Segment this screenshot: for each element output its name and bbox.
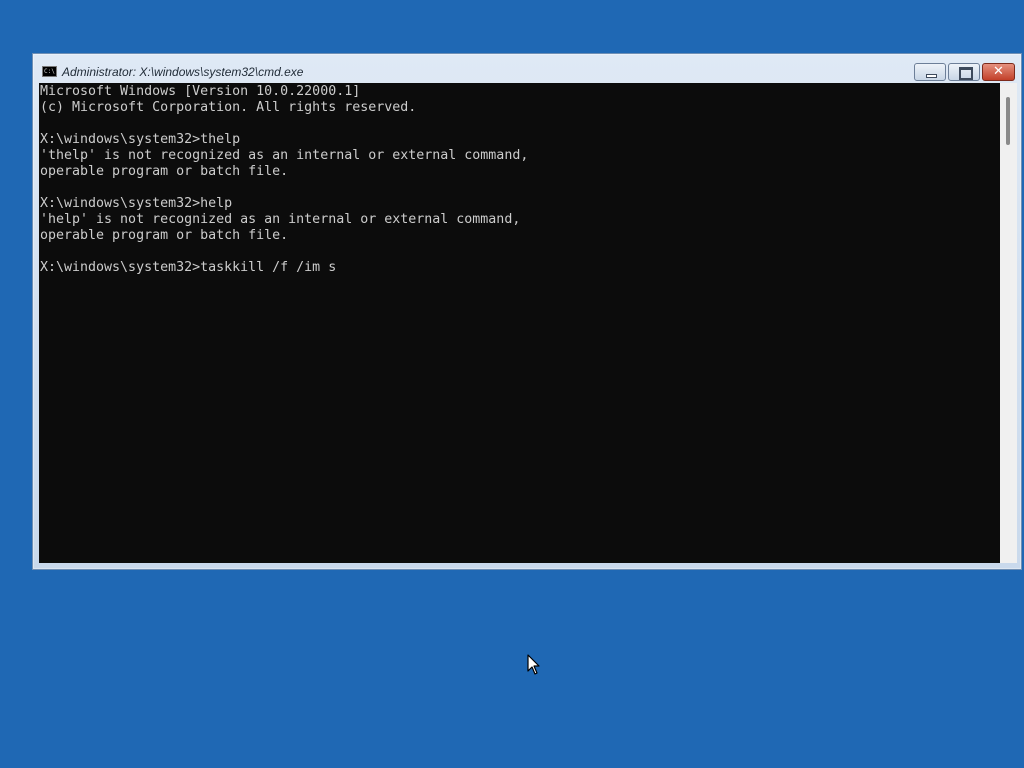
console-line: X:\windows\system32>help	[40, 196, 233, 211]
window-title: Administrator: X:\windows\system32\cmd.e…	[62, 65, 304, 79]
maximize-icon	[959, 67, 973, 80]
cmd-window[interactable]: C:\. Administrator: X:\windows\system32\…	[32, 53, 1022, 570]
close-button[interactable]: ✕	[982, 63, 1015, 81]
console-line: (c) Microsoft Corporation. All rights re…	[40, 100, 417, 115]
desktop: C:\. Administrator: X:\windows\system32\…	[0, 0, 1024, 768]
console-line: operable program or batch file.	[40, 228, 289, 243]
close-icon: ✕	[993, 64, 1004, 79]
console-text: Microsoft Windows [Version 10.0.22000.1]…	[39, 83, 1000, 276]
minimize-button[interactable]	[914, 63, 946, 81]
console-line: X:\windows\system32>taskkill /f /im s	[40, 260, 337, 275]
mouse-pointer-icon	[527, 654, 540, 675]
console-line: 'thelp' is not recognized as an internal…	[40, 148, 529, 163]
minimize-icon	[926, 74, 937, 78]
console-line: 'help' is not recognized as an internal …	[40, 212, 521, 227]
title-bar[interactable]: C:\. Administrator: X:\windows\system32\…	[33, 54, 1021, 83]
vertical-scrollbar[interactable]	[1000, 83, 1017, 563]
maximize-button[interactable]	[948, 63, 980, 81]
scroll-thumb[interactable]	[1006, 97, 1010, 145]
console-line: operable program or batch file.	[40, 164, 289, 179]
console-line: Microsoft Windows [Version 10.0.22000.1]	[40, 84, 361, 99]
console-icon[interactable]: C:\.	[42, 66, 57, 77]
console-line: X:\windows\system32>thelp	[40, 132, 241, 147]
console-output[interactable]: Microsoft Windows [Version 10.0.22000.1]…	[39, 83, 1000, 563]
